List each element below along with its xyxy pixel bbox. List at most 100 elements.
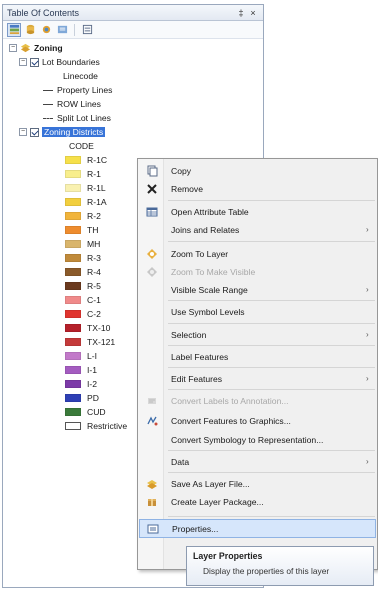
menu-item-visible-scale-range[interactable]: Visible Scale Range › — [139, 280, 376, 299]
menu-item-remove[interactable]: Remove — [139, 179, 376, 198]
menu-item-copy[interactable]: Copy — [139, 161, 376, 180]
options-icon — [82, 24, 92, 35]
legend-item: R-1L — [65, 181, 106, 195]
color-swatch — [65, 240, 81, 248]
menu-item-open-attribute-table[interactable]: Open Attribute Table — [139, 202, 376, 221]
collapse-icon[interactable]: − — [9, 44, 17, 52]
graphics-icon — [139, 415, 165, 427]
tooltip-title: Layer Properties — [193, 551, 263, 561]
legend-item: MH — [65, 237, 100, 251]
menu-item-convert-symbology-to-representation[interactable]: Convert Symbology to Representation... — [139, 430, 376, 449]
menu-separator — [168, 367, 375, 368]
menu-item-data[interactable]: Data › — [139, 452, 376, 471]
selection-list-icon — [57, 25, 67, 34]
legend-item-label: Split Lot Lines — [57, 113, 111, 123]
layers-icon — [20, 43, 31, 52]
selected-layer-label[interactable]: Zoning Districts — [42, 127, 106, 137]
legend-item: L-I — [65, 349, 97, 363]
color-swatch — [65, 254, 81, 262]
panel-titlebar: Table Of Contents ‡ × — [3, 5, 263, 21]
color-swatch — [65, 310, 81, 318]
legend-item-label: R-1C — [87, 155, 108, 165]
submenu-arrow-icon: › — [366, 457, 369, 466]
legend-field-label: Linecode — [63, 69, 98, 83]
color-swatch — [65, 282, 81, 290]
list-by-selection-button[interactable] — [55, 23, 69, 37]
menu-item-zoom-to-make-visible[interactable]: Zoom To Make Visible — [139, 262, 376, 281]
menu-item-label: Joins and Relates — [171, 224, 240, 235]
legend-item-label: C-1 — [87, 295, 101, 305]
menu-item-label: Copy — [171, 165, 192, 176]
color-swatch — [65, 324, 81, 332]
zoom-layer-icon — [139, 248, 165, 260]
legend-item: Property Lines — [43, 83, 112, 97]
collapse-icon[interactable]: − — [19, 128, 27, 136]
layer-context-menu: Copy Remove Open Attribute Table Joins and … — [137, 158, 378, 570]
color-swatch — [65, 338, 81, 346]
legend-item-label: R-3 — [87, 253, 101, 263]
legend-item-label: Restrictive — [87, 421, 128, 431]
menu-item-use-symbol-levels[interactable]: Use Symbol Levels — [139, 302, 376, 321]
menu-item-label: Edit Features — [171, 373, 223, 384]
legend-item-label: TH — [87, 225, 99, 235]
legend-item: Restrictive — [65, 419, 127, 433]
options-button[interactable] — [80, 23, 94, 37]
legend-item: TH — [65, 223, 98, 237]
menu-item-convert-labels-to-annotation[interactable]: Convert Labels to Annotation... — [139, 391, 376, 410]
layer-visibility-checkbox[interactable] — [30, 127, 39, 137]
menu-item-convert-features-to-graphics[interactable]: Convert Features to Graphics... — [139, 411, 376, 430]
menu-item-joins-and-relates[interactable]: Joins and Relates › — [139, 220, 376, 239]
legend-field-text: CODE — [69, 141, 94, 151]
menu-item-save-as-layer-file[interactable]: Save As Layer File... — [139, 474, 376, 493]
legend-item-label: MH — [87, 239, 101, 249]
legend-item: R-1 — [65, 167, 101, 181]
menu-item-label: Open Attribute Table — [171, 206, 249, 217]
toolbar-separator — [74, 23, 75, 36]
menu-item-edit-features[interactable]: Edit Features › — [139, 369, 376, 388]
legend-item-label: I-1 — [87, 365, 98, 375]
package-icon — [139, 496, 165, 508]
menu-item-label: Data — [171, 456, 190, 467]
tree-row-zoning-districts[interactable]: − Zoning Districts — [19, 125, 106, 139]
color-swatch — [65, 170, 81, 178]
color-swatch — [65, 226, 81, 234]
menu-item-properties[interactable]: Properties... — [139, 519, 376, 538]
menu-item-label: Convert Features to Graphics... — [171, 415, 291, 426]
submenu-arrow-icon: › — [366, 225, 369, 234]
menu-separator — [168, 300, 375, 301]
close-icon[interactable]: × — [247, 8, 259, 18]
line-symbol — [43, 103, 53, 105]
database-icon — [26, 24, 34, 35]
menu-item-label: Properties... — [172, 523, 219, 534]
legend-item-label: R-2 — [87, 211, 101, 221]
menu-separator — [168, 241, 375, 242]
list-by-source-button[interactable] — [23, 23, 37, 37]
menu-item-label-features[interactable]: Label Features — [139, 347, 376, 366]
menu-separator — [168, 345, 375, 346]
tree-row-root[interactable]: − Zoning — [9, 41, 63, 55]
legend-item-label: L-I — [87, 351, 98, 361]
menu-item-selection[interactable]: Selection › — [139, 325, 376, 344]
legend-field-label: CODE — [69, 139, 94, 153]
copy-icon — [139, 165, 165, 177]
color-swatch — [65, 268, 81, 276]
pin-icon[interactable]: ‡ — [235, 8, 247, 18]
color-swatch — [65, 296, 81, 304]
legend-item-label: TX-10 — [87, 323, 111, 333]
color-swatch — [65, 380, 81, 388]
legend-item: R-3 — [65, 251, 101, 265]
tree-row-lot-boundaries[interactable]: − Lot Boundaries — [19, 55, 100, 69]
remove-icon — [139, 183, 165, 195]
menu-item-label: Use Symbol Levels — [171, 306, 245, 317]
menu-item-zoom-to-layer[interactable]: Zoom To Layer — [139, 244, 376, 263]
color-swatch — [65, 408, 81, 416]
collapse-icon[interactable]: − — [19, 58, 27, 66]
list-by-visibility-button[interactable] — [39, 23, 53, 37]
list-by-drawing-order-button[interactable] — [7, 22, 21, 37]
menu-item-label: Save As Layer File... — [171, 478, 250, 489]
line-symbol — [43, 117, 53, 119]
menu-item-create-layer-package[interactable]: Create Layer Package... — [139, 492, 376, 511]
layer-visibility-checkbox[interactable] — [30, 57, 39, 67]
drawing-order-icon — [9, 24, 19, 35]
layer-file-icon — [139, 478, 165, 490]
